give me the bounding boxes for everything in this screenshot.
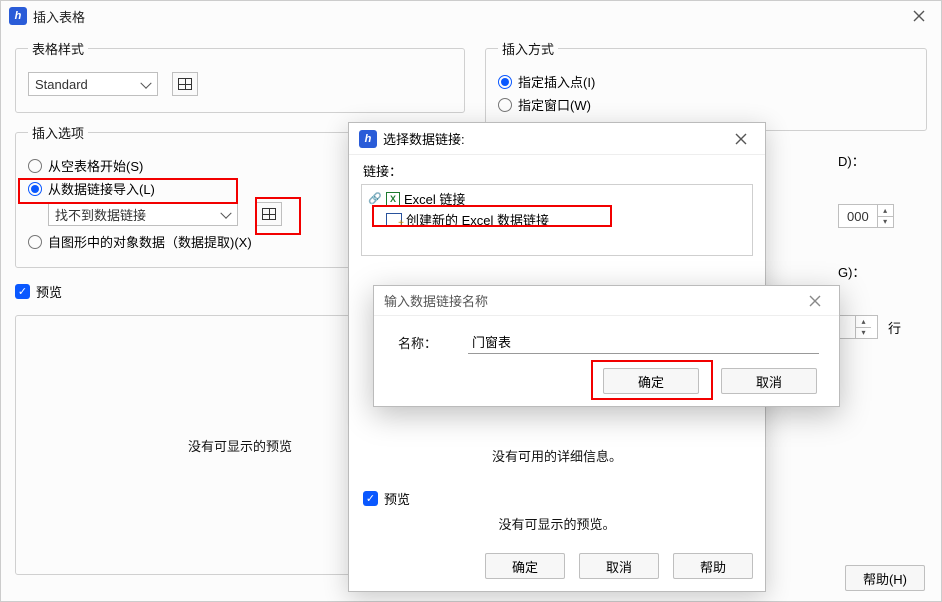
excel-icon: X: [386, 192, 400, 206]
unit-label: 行: [888, 318, 901, 337]
opt-empty-label: 从空表格开始(S): [48, 156, 143, 175]
link-root-label: Excel 链接: [404, 189, 465, 208]
ok-label: 确定: [638, 372, 664, 391]
method-window-label: 指定窗口(W): [518, 95, 591, 114]
table-add-icon: [386, 213, 402, 227]
create-datalink-label: 创建新的 Excel 数据链接: [406, 210, 549, 229]
method-point-label: 指定插入点(I): [518, 72, 595, 91]
partial-value-row: 000 ▴▾: [838, 204, 901, 228]
partial-unit-row: ▴▾ 行: [838, 315, 901, 339]
preview-empty-text: 没有可显示的预览: [188, 436, 292, 455]
d3-footer: 确定 取消: [374, 354, 839, 394]
dialog-title: 输入数据链接名称: [384, 291, 801, 310]
opt-datalink-label: 从数据链接导入(L): [48, 179, 155, 198]
close-icon[interactable]: [905, 6, 933, 26]
datalink-select[interactable]: 找不到数据链接: [48, 202, 238, 226]
details-area: 没有可用的详细信息。: [361, 440, 753, 465]
radio-icon: [28, 235, 42, 249]
method-window-row[interactable]: 指定窗口(W): [498, 95, 914, 114]
insert-method-legend: 插入方式: [498, 39, 558, 58]
app-icon: h: [359, 130, 377, 148]
table-style-launch-button[interactable]: [172, 72, 198, 96]
cancel-label: 取消: [756, 372, 782, 391]
style-row: Standard: [28, 72, 452, 96]
main-footer: 帮助(H): [845, 565, 925, 591]
titlebar: 输入数据链接名称: [374, 286, 839, 316]
dialog-title: 选择数据链接:: [383, 129, 727, 148]
help-label: 帮助: [700, 557, 726, 576]
radio-icon: [28, 159, 42, 173]
numeric-value: 000: [839, 209, 877, 224]
ok-button[interactable]: 确定: [603, 368, 699, 394]
d2-footer: 确定 取消 帮助: [349, 545, 765, 591]
opt-extract-label: 自图形中的对象数据（数据提取)(X): [48, 232, 252, 251]
help-button[interactable]: 帮助(H): [845, 565, 925, 591]
d2-preview-empty-text: 没有可显示的预览。: [349, 514, 765, 533]
preview-toggle-label: 预览: [36, 282, 62, 301]
method-point-row[interactable]: 指定插入点(I): [498, 72, 914, 91]
help-button[interactable]: 帮助: [673, 553, 753, 579]
titlebar: h 插入表格: [1, 1, 941, 31]
table-style-value: Standard: [35, 77, 88, 92]
right-partial-panel: D)： 000 ▴▾ G)： ▴▾ 行: [838, 147, 901, 343]
insert-method-group: 插入方式 指定插入点(I) 指定窗口(W): [485, 39, 927, 131]
table-grid-icon: [178, 78, 192, 90]
table-style-group: 表格样式 Standard: [15, 39, 465, 113]
ok-button[interactable]: 确定: [485, 553, 565, 579]
radio-icon: [498, 98, 512, 112]
d2-preview-toggle[interactable]: 预览: [363, 489, 751, 508]
help-button-label: 帮助(H): [863, 569, 907, 588]
cancel-label: 取消: [606, 557, 632, 576]
checkbox-checked-icon: [363, 491, 378, 506]
table-grid-icon: [262, 208, 276, 220]
create-datalink-item[interactable]: 创建新的 Excel 数据链接: [386, 210, 746, 229]
ok-label: 确定: [512, 557, 538, 576]
partial-label-d: D)：: [838, 151, 865, 170]
checkbox-checked-icon: [15, 284, 30, 299]
close-icon[interactable]: [801, 291, 829, 311]
cancel-button[interactable]: 取消: [721, 368, 817, 394]
close-icon[interactable]: [727, 129, 755, 149]
table-style-select[interactable]: Standard: [28, 72, 158, 96]
partial-row-g: G)：: [838, 262, 901, 281]
table-style-legend: 表格样式: [28, 39, 88, 58]
insert-options-legend: 插入选项: [28, 123, 88, 142]
titlebar: h 选择数据链接:: [349, 123, 765, 155]
radio-selected-icon: [28, 182, 42, 196]
partial-row-d: D)：: [838, 151, 901, 170]
enter-link-name-dialog: 输入数据链接名称 名称： 确定 取消: [373, 285, 840, 407]
details-empty-text: 没有可用的详细信息。: [492, 446, 622, 465]
d2-preview-label: 预览: [384, 489, 410, 508]
name-row: 名称：: [374, 316, 839, 354]
numeric-field[interactable]: ▴▾: [838, 315, 878, 339]
link-list[interactable]: 🔗 X Excel 链接 创建新的 Excel 数据链接: [361, 184, 753, 256]
datalink-launch-button[interactable]: [256, 202, 282, 226]
spinner-icon[interactable]: ▴▾: [877, 205, 893, 227]
dialog-title: 插入表格: [33, 7, 905, 26]
partial-label-g: G)：: [838, 262, 865, 281]
name-label: 名称：: [398, 333, 468, 352]
app-icon: h: [9, 7, 27, 25]
datalink-select-value: 找不到数据链接: [55, 205, 146, 224]
radio-selected-icon: [498, 75, 512, 89]
name-input[interactable]: [468, 330, 819, 354]
numeric-field[interactable]: 000 ▴▾: [838, 204, 894, 228]
spinner-icon[interactable]: ▴▾: [855, 316, 871, 338]
link-root-item[interactable]: 🔗 X Excel 链接: [368, 189, 746, 208]
link-chain-icon: 🔗: [368, 192, 382, 206]
cancel-button[interactable]: 取消: [579, 553, 659, 579]
link-section-label: 链接：: [349, 155, 765, 182]
